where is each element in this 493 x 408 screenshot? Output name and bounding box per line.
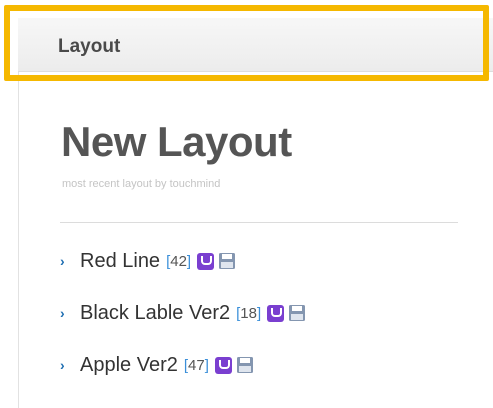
layout-link[interactable]: Apple Ver2: [80, 354, 178, 377]
save-icon[interactable]: [236, 356, 254, 374]
chevron-right-icon: ›: [60, 253, 65, 269]
count-badge: [47]: [183, 356, 209, 374]
count-value: 47: [188, 356, 205, 374]
count-badge: [18]: [236, 304, 262, 322]
count-badge: [42]: [166, 252, 192, 270]
page-subtitle: most recent layout by touchmind: [62, 178, 221, 190]
list-item: › Apple Ver2 [47]: [60, 352, 306, 378]
layout-list: › Red Line [42] › Black Lable Ver2 [18] …: [60, 248, 306, 404]
count-value: 42: [170, 252, 187, 270]
layout-link[interactable]: Black Lable Ver2: [80, 302, 230, 325]
page-title: New Layout: [61, 118, 292, 165]
u-icon[interactable]: [197, 252, 215, 270]
save-icon[interactable]: [218, 252, 236, 270]
u-icon[interactable]: [267, 304, 285, 322]
chevron-right-icon: ›: [60, 305, 65, 321]
chevron-right-icon: ›: [60, 357, 65, 373]
count-value: 18: [240, 304, 257, 322]
u-icon[interactable]: [214, 356, 232, 374]
list-item: › Black Lable Ver2 [18]: [60, 300, 306, 326]
layout-link[interactable]: Red Line: [80, 250, 160, 273]
list-item: › Red Line [42]: [60, 248, 306, 274]
header-highlight: [4, 5, 489, 81]
divider: [60, 222, 458, 223]
save-icon[interactable]: [288, 304, 306, 322]
